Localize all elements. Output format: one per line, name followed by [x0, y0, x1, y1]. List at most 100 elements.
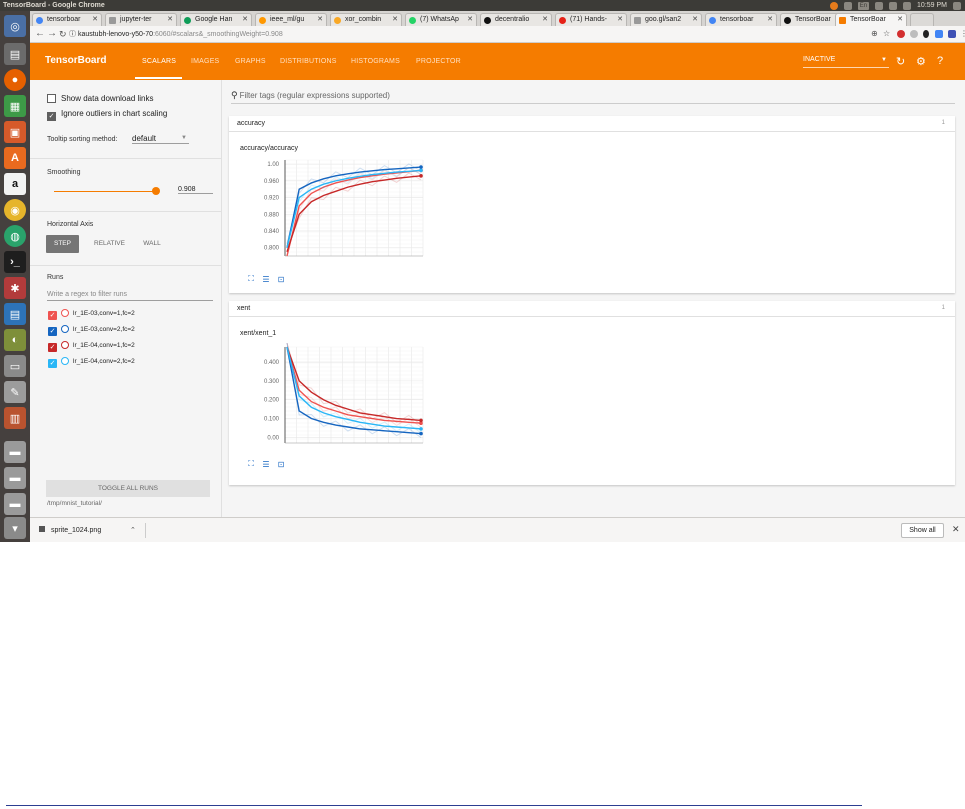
- run-checkbox[interactable]: ✓: [48, 311, 57, 320]
- software-center-icon[interactable]: A: [4, 147, 26, 169]
- text-editor-icon[interactable]: ✎: [4, 381, 26, 403]
- toggle-all-runs-button[interactable]: TOGGLE ALL RUNS: [46, 480, 210, 497]
- fit-domain-icon[interactable]: ⊡: [276, 459, 286, 469]
- tab-close-icon[interactable]: ✕: [467, 14, 473, 26]
- calc-icon[interactable]: ▦: [4, 95, 26, 117]
- archive-icon[interactable]: ▥: [4, 407, 26, 429]
- volume-icon[interactable]: [903, 2, 912, 10]
- axis-step-button[interactable]: STEP: [46, 235, 79, 253]
- writer-icon[interactable]: ▤: [4, 303, 26, 325]
- browser-tab-active[interactable]: TensorBoar ✕: [835, 13, 907, 26]
- browser-tab[interactable]: jupyter-ter ✕: [105, 13, 177, 26]
- dash-icon[interactable]: ◎: [4, 15, 26, 37]
- data-table-icon[interactable]: ☰: [261, 459, 271, 469]
- files-icon[interactable]: ▤: [4, 43, 26, 65]
- axis-wall-button[interactable]: WALL: [136, 235, 168, 253]
- tab-close-icon[interactable]: ✕: [317, 14, 323, 26]
- tag-filter-input[interactable]: ⚲ Filter tags (regular expressions suppor…: [231, 90, 955, 104]
- run-radio-icon[interactable]: [61, 357, 69, 365]
- extension-blue-icon[interactable]: [935, 30, 943, 38]
- run-checkbox[interactable]: ✓: [48, 343, 57, 352]
- bookmark-star-icon[interactable]: ☆: [883, 27, 890, 41]
- tab-close-icon[interactable]: ✕: [617, 14, 623, 26]
- smoothing-slider-track[interactable]: [54, 191, 156, 192]
- run-item[interactable]: ✓ lr_1E-04,conv=1,fc=2: [48, 341, 135, 352]
- tab-close-icon[interactable]: ✕: [692, 14, 698, 26]
- chrome-icon[interactable]: ◉: [4, 199, 26, 221]
- smoothing-input[interactable]: 0.908: [178, 186, 213, 194]
- card-header[interactable]: xent 1: [229, 301, 955, 317]
- browser-tab[interactable]: ieee_ml/gu ✕: [255, 13, 327, 26]
- accuracy-chart[interactable]: 1.00 0.960 0.920 0.880 0.840 0.800: [247, 156, 427, 264]
- run-item[interactable]: ✓ lr_1E-03,conv=1,fc=2: [48, 309, 135, 320]
- help-icon[interactable]: ?: [937, 55, 943, 67]
- info-icon[interactable]: ⓘ: [69, 31, 76, 38]
- tab-scalars[interactable]: SCALARS: [142, 58, 176, 65]
- tab-histograms[interactable]: HISTOGRAMS: [351, 58, 400, 65]
- expand-icon[interactable]: ⛶: [246, 459, 256, 469]
- browser-tab[interactable]: (7) WhatsAp ✕: [405, 13, 477, 26]
- forward-arrow-icon[interactable]: →: [47, 27, 57, 41]
- address-bar[interactable]: ⓘ kaustubh-lenovo-y50-70:6060/#scalars&_…: [69, 28, 899, 41]
- inactive-plugins-dropdown[interactable]: INACTIVE ▼: [803, 54, 889, 68]
- tab-close-icon[interactable]: ✕: [167, 14, 173, 26]
- show-download-links-checkbox[interactable]: Show data download links: [47, 94, 154, 103]
- download-options-caret-icon[interactable]: ⌃: [130, 526, 136, 534]
- keyboard-language[interactable]: En: [857, 1, 870, 10]
- amazon-icon[interactable]: a: [4, 173, 26, 195]
- chrome-menu-icon[interactable]: ⋮: [960, 27, 965, 41]
- ignore-outliers-checkbox[interactable]: ✓ Ignore outliers in chart scaling: [47, 109, 167, 121]
- chrome-tray-icon[interactable]: [829, 2, 838, 10]
- extension-indigo-icon[interactable]: [948, 30, 956, 38]
- tab-graphs[interactable]: GRAPHS: [235, 58, 266, 65]
- smoothing-slider-knob[interactable]: [151, 187, 160, 195]
- tab-close-icon[interactable]: ✕: [392, 14, 398, 26]
- drive-icon-3[interactable]: ▬: [4, 493, 26, 515]
- browser-tab[interactable]: xor_combin ✕: [330, 13, 402, 26]
- show-all-downloads-button[interactable]: Show all: [901, 523, 944, 538]
- run-radio-icon[interactable]: [61, 325, 69, 333]
- browser-tab[interactable]: (71) Hands- ✕: [555, 13, 627, 26]
- drive-icon[interactable]: ▬: [4, 441, 26, 463]
- download-item[interactable]: sprite_1024.png: [39, 526, 101, 534]
- system-settings-icon[interactable]: ✱: [4, 277, 26, 299]
- new-tab-button[interactable]: [910, 13, 934, 26]
- app-icon[interactable]: ▭: [4, 355, 26, 377]
- checkbox-checked[interactable]: ✓: [47, 112, 56, 121]
- browser-tab[interactable]: goo.gl/san2 ✕: [630, 13, 702, 26]
- tab-projector[interactable]: PROJECTOR: [416, 58, 461, 65]
- back-arrow-icon[interactable]: ←: [35, 27, 45, 41]
- card-header[interactable]: accuracy 1: [229, 116, 955, 132]
- browser-tab[interactable]: Google Han ✕: [180, 13, 252, 26]
- run-checkbox[interactable]: ✓: [48, 327, 57, 336]
- browser-tab[interactable]: tensorboar ✕: [32, 13, 102, 26]
- runs-filter-input[interactable]: Write a regex to filter runs: [47, 291, 213, 301]
- wifi-icon[interactable]: [843, 2, 852, 10]
- firefox-icon[interactable]: ●: [4, 69, 26, 91]
- browser-tab[interactable]: tensorboar ✕: [705, 13, 777, 26]
- image-viewer-icon[interactable]: ◐: [4, 329, 26, 351]
- drive-icon-2[interactable]: ▬: [4, 467, 26, 489]
- xent-chart[interactable]: 0.400 0.300 0.200 0.100 0.00: [247, 343, 427, 451]
- browser-tab[interactable]: decentralio ✕: [480, 13, 552, 26]
- settings-gear-icon[interactable]: ⚙: [916, 55, 926, 68]
- reload-icon[interactable]: ↻: [59, 27, 67, 41]
- zoom-icon[interactable]: ⊕: [871, 27, 878, 41]
- trash-icon[interactable]: ▾: [4, 517, 26, 539]
- run-checkbox[interactable]: ✓: [48, 359, 57, 368]
- run-radio-icon[interactable]: [61, 341, 69, 349]
- close-icon[interactable]: ✕: [952, 524, 960, 535]
- checkbox-unchecked[interactable]: [47, 94, 56, 103]
- dark-extension-icon[interactable]: [923, 30, 929, 38]
- adblock-icon[interactable]: [897, 30, 905, 38]
- tab-images[interactable]: IMAGES: [191, 58, 219, 65]
- run-item[interactable]: ✓ lr_1E-04,conv=2,fc=2: [48, 357, 135, 368]
- run-item[interactable]: ✓ lr_1E-03,conv=2,fc=2: [48, 325, 135, 336]
- tab-close-icon[interactable]: ✕: [542, 14, 548, 26]
- tab-distributions[interactable]: DISTRIBUTIONS: [280, 58, 337, 65]
- tab-close-icon[interactable]: ✕: [92, 14, 98, 26]
- tab-close-icon[interactable]: ✕: [242, 14, 248, 26]
- data-table-icon[interactable]: ☰: [261, 274, 271, 284]
- settings-gear-icon[interactable]: [953, 2, 961, 10]
- fit-domain-icon[interactable]: ⊡: [276, 274, 286, 284]
